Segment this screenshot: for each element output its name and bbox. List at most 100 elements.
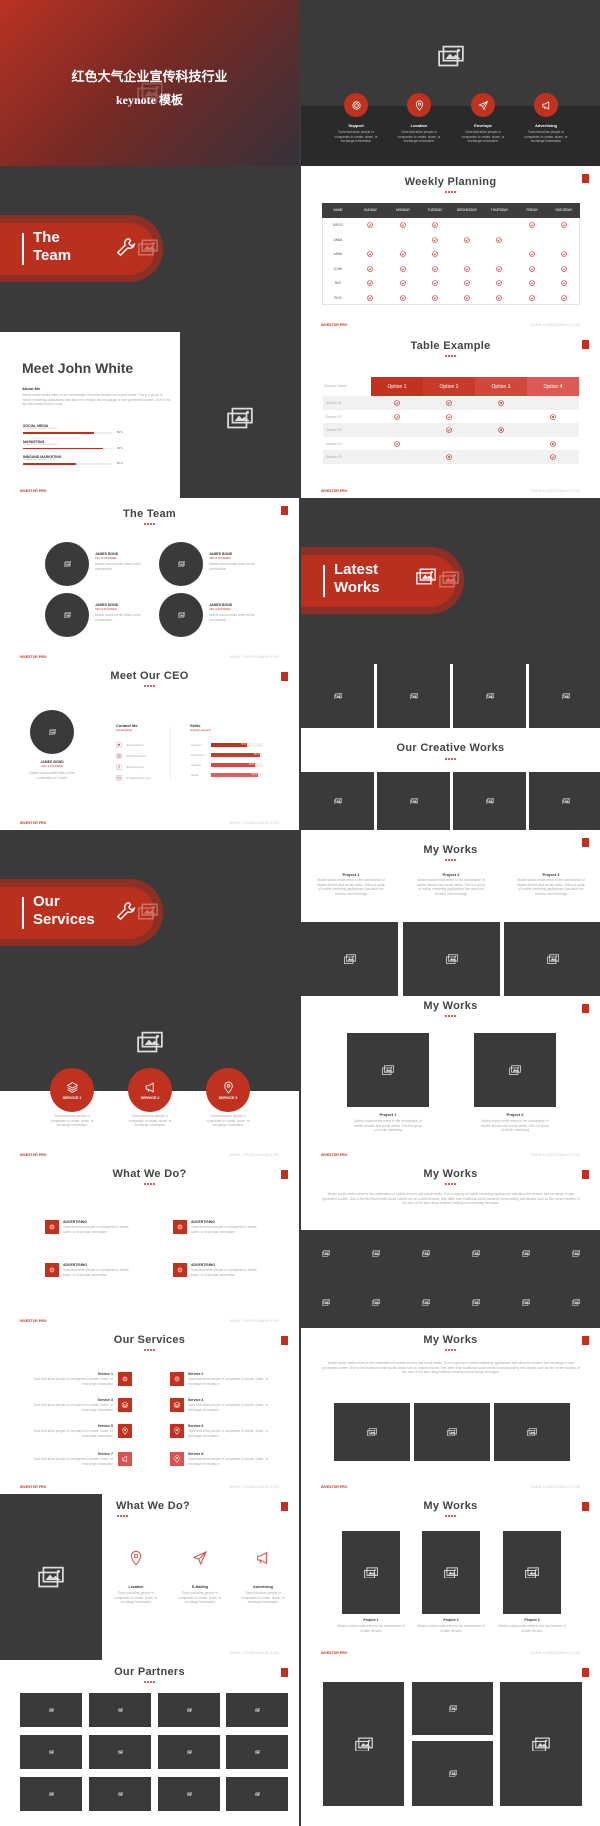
check-icon <box>496 265 502 272</box>
option-header-label: Option 1 <box>387 383 407 390</box>
divider <box>170 727 171 779</box>
director-row <box>323 436 579 451</box>
dot <box>451 758 454 760</box>
dot <box>451 1015 454 1017</box>
dot <box>143 1183 146 1185</box>
dot <box>126 1515 129 1517</box>
contact-text: /@frameofspace <box>126 754 147 758</box>
image-placeholder-icon <box>186 1792 192 1797</box>
page-number-badge <box>281 1170 288 1179</box>
ceo-text: Mobile social media refers to the combin… <box>29 771 75 780</box>
service-label: Service 1 <box>97 1372 113 1376</box>
weekly-header-cell: MONDAY <box>396 208 410 212</box>
service-label: SERVICE 1 <box>62 1095 82 1100</box>
project-title: Project 1 <box>379 1112 397 1117</box>
director-name: Director 05 <box>326 455 342 460</box>
weekly-table-body <box>322 218 580 305</box>
cross-icon <box>498 400 504 406</box>
intro-text: Mobile social media refers to the combin… <box>322 1192 580 1206</box>
image-placeholder-icon <box>448 1705 457 1712</box>
collage-image <box>412 1682 493 1735</box>
dot <box>444 758 447 760</box>
project-image <box>347 1033 429 1107</box>
footer-brand: INVESTOR PRO <box>321 489 348 493</box>
image-placeholder-icon <box>367 1428 377 1437</box>
skill-percent: 90 % <box>117 446 123 450</box>
slide-title: Our Services <box>113 1334 186 1346</box>
contact-text: /frameofspace <box>126 765 144 769</box>
check-icon <box>561 280 567 286</box>
image-placeholder-icon <box>343 954 356 964</box>
advertising-icon <box>45 1263 59 1277</box>
project-text: Mobile social media refers to the combin… <box>416 878 486 896</box>
skills-sub: Graphic General <box>190 728 211 732</box>
skill-bar-track: 95 % <box>211 753 263 757</box>
slide-section-services: Our Services <box>0 830 299 996</box>
footer-url: WWW.YOURDOMAIN.COM <box>530 323 580 327</box>
ceo-role: CEO & FOUNDER <box>41 765 63 768</box>
cross-icon <box>550 440 556 447</box>
page-number-badge <box>582 838 589 847</box>
image-placeholder-icon <box>186 1750 192 1755</box>
image-placeholder-icon <box>137 1031 163 1053</box>
footer-url: WWW.YOURDOMAIN.COM <box>229 1485 279 1489</box>
check-icon <box>529 265 535 272</box>
check-icon <box>394 400 400 406</box>
service-label: Service 2 <box>188 1372 204 1376</box>
skill-label: Photoshop <box>191 754 204 757</box>
check-icon <box>400 294 406 301</box>
director-name: Director 04 <box>326 441 342 446</box>
megaphone-icon <box>144 1081 157 1094</box>
image-placeholder-icon <box>382 1065 394 1075</box>
check-icon <box>432 265 438 272</box>
item-label: E-Mailing <box>192 1585 208 1589</box>
dot <box>143 1349 146 1351</box>
slide-my-works-three: My Works Mobile social media refers to th… <box>301 1328 600 1494</box>
image-placeholder-icon <box>38 1566 64 1588</box>
profile-panel: Meet John White About Me Mobile social med… <box>0 332 180 498</box>
dot <box>451 859 454 861</box>
item-label: ADVERTISING <box>191 1263 215 1267</box>
image-placeholder-icon <box>48 1708 54 1713</box>
partner-logo-tile <box>158 1735 220 1769</box>
dot <box>143 685 146 687</box>
slide-title: Weekly Planning <box>404 176 497 188</box>
section-title-line2: Team <box>33 247 72 264</box>
partner-logo-tile <box>226 1693 288 1727</box>
service-text: Tools that allow people or companies to … <box>188 1457 268 1466</box>
location-pin-icon <box>222 1081 235 1094</box>
partner-logo-tile <box>20 1777 82 1811</box>
image-placeholder-icon <box>527 1428 537 1437</box>
project-image <box>422 1531 480 1614</box>
title-dots <box>301 1349 600 1352</box>
dot <box>150 1349 153 1351</box>
item-label: ADVERTISING <box>63 1220 87 1224</box>
skill-percent: 60 % <box>117 462 123 465</box>
skill-bar-track: 90 % <box>211 773 263 777</box>
image-placeholder-icon <box>409 692 418 700</box>
option-header: Option 3 <box>475 377 527 396</box>
service-text: Tools that allow people or companies to … <box>128 1114 172 1128</box>
check-icon <box>367 265 373 272</box>
dot <box>454 758 457 760</box>
slide-weekly-planning: Weekly Planning NAME SUNDAY MONDAY TUESDAY WE… <box>301 166 600 332</box>
dot <box>122 1515 125 1517</box>
option-header: Option 2 <box>423 377 475 396</box>
footer-brand: INVESTOR PRO <box>20 1153 47 1157</box>
dot <box>146 1183 149 1185</box>
skill-label: InDesign <box>191 764 202 767</box>
dot <box>153 1681 156 1683</box>
dot <box>454 1015 457 1017</box>
collage-image <box>500 1682 582 1806</box>
slide-title: What We Do? <box>112 1168 187 1180</box>
dot <box>116 1515 119 1517</box>
cross-icon <box>498 427 504 433</box>
dot <box>143 1681 146 1683</box>
footer-url: WWW.YOURDOMAIN.COM <box>530 489 580 493</box>
dot <box>451 191 454 193</box>
item-text: Tools that allow people or companies to … <box>63 1268 130 1277</box>
partner-logo-tile <box>20 1735 82 1769</box>
service-label: Service 7 <box>97 1452 113 1456</box>
option-header: Option 4 <box>527 377 579 396</box>
weekly-header-cell: FRIDAY <box>526 208 538 212</box>
